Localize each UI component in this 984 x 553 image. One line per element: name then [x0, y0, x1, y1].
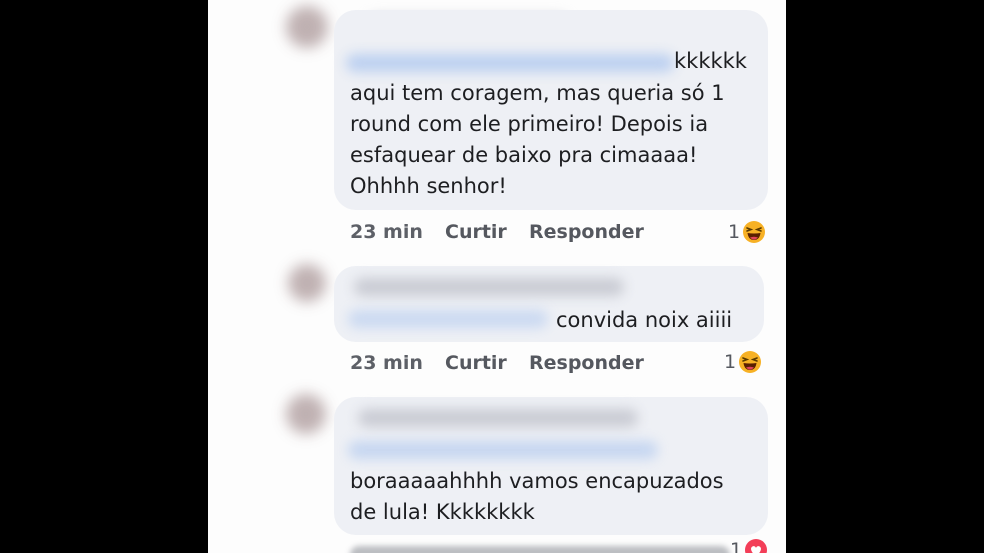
- reaction-count: 1: [728, 221, 741, 243]
- comment-actions: 23 min Curtir Responder: [350, 352, 644, 374]
- blurred-mention: [348, 310, 548, 328]
- love-icon: [745, 539, 768, 553]
- blurred-author-name: [358, 409, 638, 427]
- like-button[interactable]: Curtir: [445, 352, 529, 374]
- comment-text-partial: kkkkkk: [674, 49, 747, 73]
- blurred-author-name: [354, 278, 624, 296]
- comment-actions: 23 min Curtir Responder: [350, 221, 644, 243]
- reaction-count: 1: [724, 351, 737, 373]
- reaction-summary[interactable]: 1: [728, 220, 766, 244]
- avatar[interactable]: [286, 6, 328, 48]
- haha-emoji-icon: [739, 351, 762, 373]
- reply-button[interactable]: Responder: [529, 352, 644, 374]
- blurred-mention: [348, 441, 658, 459]
- blurred-mention: [346, 54, 674, 72]
- avatar[interactable]: [288, 264, 326, 302]
- reaction-count: 1: [730, 539, 743, 553]
- comment-text: convida noix aiiii: [556, 308, 733, 332]
- haha-emoji-icon: [743, 221, 766, 243]
- comment-text: boraaaaahhhh vamos encapuzados de lula! …: [350, 469, 724, 524]
- avatar[interactable]: [286, 394, 326, 434]
- reaction-summary[interactable]: 1: [730, 538, 768, 553]
- comment-actions-cutoff: [350, 546, 730, 553]
- reaction-summary[interactable]: 1: [724, 350, 762, 374]
- reply-button[interactable]: Responder: [529, 221, 644, 243]
- like-button[interactable]: Curtir: [445, 221, 529, 243]
- comment-time[interactable]: 23 min: [350, 221, 445, 243]
- comments-panel: kkkkkk aqui tem coragem, mas queria só 1…: [208, 0, 786, 553]
- comment-time[interactable]: 23 min: [350, 352, 445, 374]
- comment-text: aqui tem coragem, mas queria só 1 round …: [350, 81, 725, 198]
